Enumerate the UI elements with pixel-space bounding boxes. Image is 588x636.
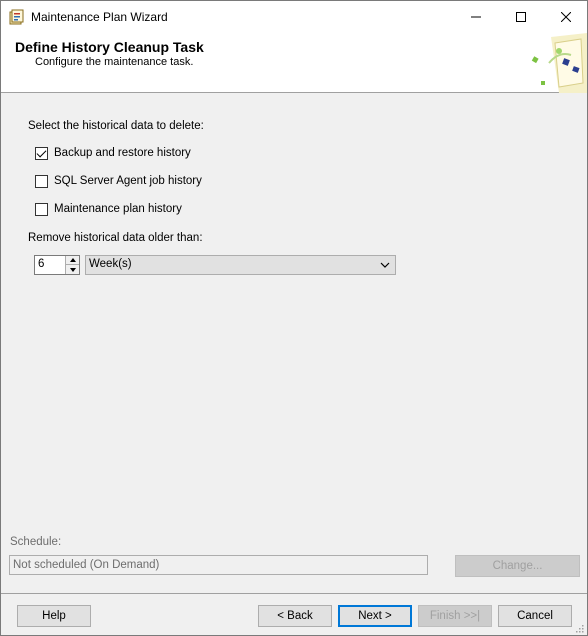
caret-down-icon (69, 267, 76, 272)
wizard-app-icon (9, 9, 25, 25)
next-button[interactable]: Next > (338, 605, 412, 627)
age-unit-value: Week(s) (89, 258, 132, 270)
age-unit-select[interactable]: Week(s) (85, 255, 396, 275)
minimize-button[interactable] (453, 1, 499, 33)
close-button[interactable] (543, 1, 588, 33)
chevron-down-icon (380, 262, 390, 268)
maximize-button[interactable] (498, 1, 544, 33)
window-title: Maintenance Plan Wizard (31, 10, 168, 24)
agent-job-label[interactable]: SQL Server Agent job history (54, 175, 202, 187)
wizard-header: Define History Cleanup Task Configure th… (1, 33, 587, 93)
backup-restore-label[interactable]: Backup and restore history (54, 147, 191, 159)
page-title: Define History Cleanup Task (15, 39, 204, 55)
title-bar[interactable]: Maintenance Plan Wizard (1, 1, 587, 33)
age-value[interactable]: 6 (38, 258, 44, 270)
footer-divider (1, 593, 587, 594)
option-backup-restore-history[interactable]: Backup and restore history (35, 145, 191, 161)
maintenance-plan-checkbox[interactable] (35, 202, 48, 216)
help-button[interactable]: Help (17, 605, 91, 627)
maximize-icon (516, 12, 526, 22)
back-button[interactable]: < Back (258, 605, 332, 627)
close-icon (561, 12, 571, 22)
schedule-label: Schedule: (10, 536, 62, 548)
stepper-down-button[interactable] (65, 265, 79, 274)
backup-restore-checkbox[interactable] (35, 146, 48, 160)
wizard-banner-icon (529, 33, 587, 93)
cancel-button[interactable]: Cancel (498, 605, 572, 627)
minimize-icon (471, 16, 481, 18)
age-stepper[interactable]: 6 (34, 255, 80, 275)
remove-older-than-label: Remove historical data older than: (28, 232, 203, 244)
maintenance-plan-label[interactable]: Maintenance plan history (54, 203, 182, 215)
caret-up-icon (69, 258, 76, 262)
option-maintenance-plan-history[interactable]: Maintenance plan history (35, 201, 182, 217)
wizard-window: Maintenance Plan Wizard Define History C… (0, 0, 588, 636)
page-subtitle: Configure the maintenance task. (35, 56, 194, 68)
schedule-field: Not scheduled (On Demand) (9, 555, 428, 575)
agent-job-checkbox[interactable] (35, 174, 48, 188)
option-agent-job-history[interactable]: SQL Server Agent job history (35, 173, 202, 189)
change-schedule-button[interactable]: Change... (455, 555, 580, 577)
stepper-up-button[interactable] (65, 256, 79, 265)
select-history-label: Select the historical data to delete: (28, 120, 204, 132)
schedule-value: Not scheduled (On Demand) (13, 559, 160, 571)
resize-grip-icon[interactable] (574, 622, 584, 633)
finish-button[interactable]: Finish >>| (418, 605, 492, 627)
